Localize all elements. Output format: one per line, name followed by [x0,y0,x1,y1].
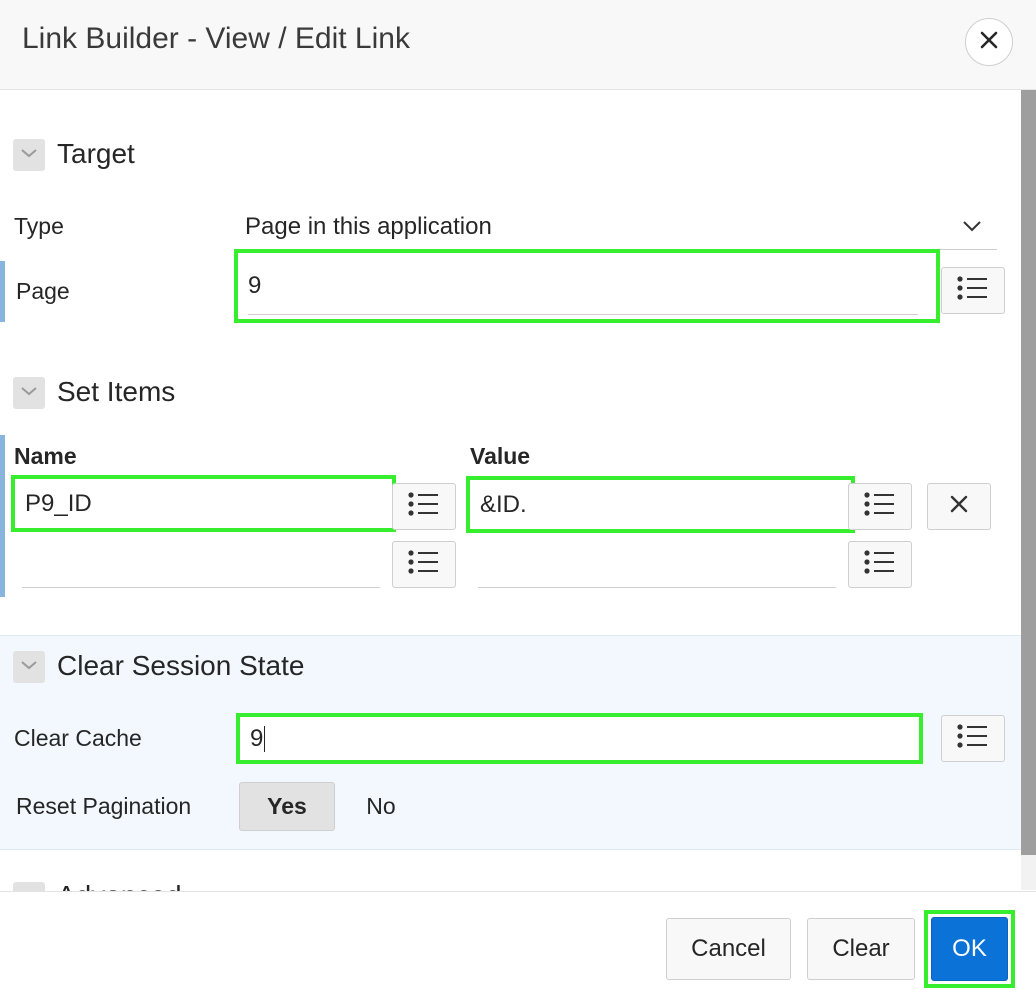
chevron-down-icon [962,219,982,237]
reset-pagination-yes[interactable]: Yes [239,782,335,831]
set-items-collapse-toggle[interactable] [13,377,45,409]
item-name-underline [22,587,380,588]
reset-pagination-label: Reset Pagination [16,793,192,819]
item-value-list-button[interactable] [848,483,912,530]
ok-button[interactable]: OK [931,917,1008,981]
page-input-underline [248,314,918,315]
list-icon [864,550,896,579]
set-items-accent [0,435,5,597]
scrollbar-thumb[interactable] [1021,90,1036,855]
item-value-list-button-empty[interactable] [848,541,912,588]
item-value-input[interactable]: &ID. [466,476,855,533]
list-icon [408,492,440,521]
page-list-button[interactable] [941,267,1005,314]
ok-button-highlight: OK [924,910,1015,988]
type-select-value: Page in this application [245,213,492,240]
close-button[interactable] [965,18,1013,66]
type-select[interactable]: Page in this application [245,200,997,250]
item-value-input-empty[interactable] [478,540,836,588]
type-label: Type [14,213,64,239]
item-name-input-empty[interactable] [22,540,380,588]
value-column-header: Value [470,443,531,469]
target-section-title: Target [57,138,135,169]
name-column-header: Name [14,443,77,469]
item-value-value: &ID. [480,490,527,518]
clear-cache-label: Clear Cache [14,725,142,751]
clear-button[interactable]: Clear [807,918,915,980]
page-field-accent [0,261,5,322]
page-input-value: 9 [248,272,262,299]
close-icon [950,495,968,518]
list-icon [957,276,989,305]
text-cursor [264,725,266,752]
clear-session-collapse-toggle[interactable] [13,651,45,683]
clear-cache-input[interactable]: 9 [236,713,923,764]
item-name-list-button[interactable] [392,483,456,530]
item-value-underline [478,587,836,588]
clear-session-section-title: Clear Session State [57,650,305,681]
item-name-value: P9_ID [25,489,92,517]
clear-cache-value: 9 [250,724,264,752]
item-name-list-button-empty[interactable] [392,541,456,588]
page-label: Page [16,278,70,304]
item-name-input[interactable]: P9_ID [11,475,396,532]
chevron-down-icon [20,146,38,164]
dialog-title: Link Builder - View / Edit Link [22,22,410,55]
target-collapse-toggle[interactable] [13,139,45,171]
page-input[interactable]: 9 [234,249,940,323]
set-items-section-title: Set Items [57,376,176,407]
list-icon [864,492,896,521]
list-icon [408,550,440,579]
reset-pagination-no[interactable]: No [337,782,425,831]
close-icon [979,30,999,55]
advanced-section-clip: Advanced [0,876,260,891]
clear-cache-list-button[interactable] [941,715,1005,762]
chevron-down-icon [20,384,38,402]
cancel-button[interactable]: Cancel [666,918,791,980]
remove-item-button[interactable] [927,483,991,530]
list-icon [957,724,989,753]
advanced-collapse-toggle[interactable] [13,882,45,891]
advanced-section-title: Advanced [57,880,182,891]
chevron-down-icon [20,658,38,676]
